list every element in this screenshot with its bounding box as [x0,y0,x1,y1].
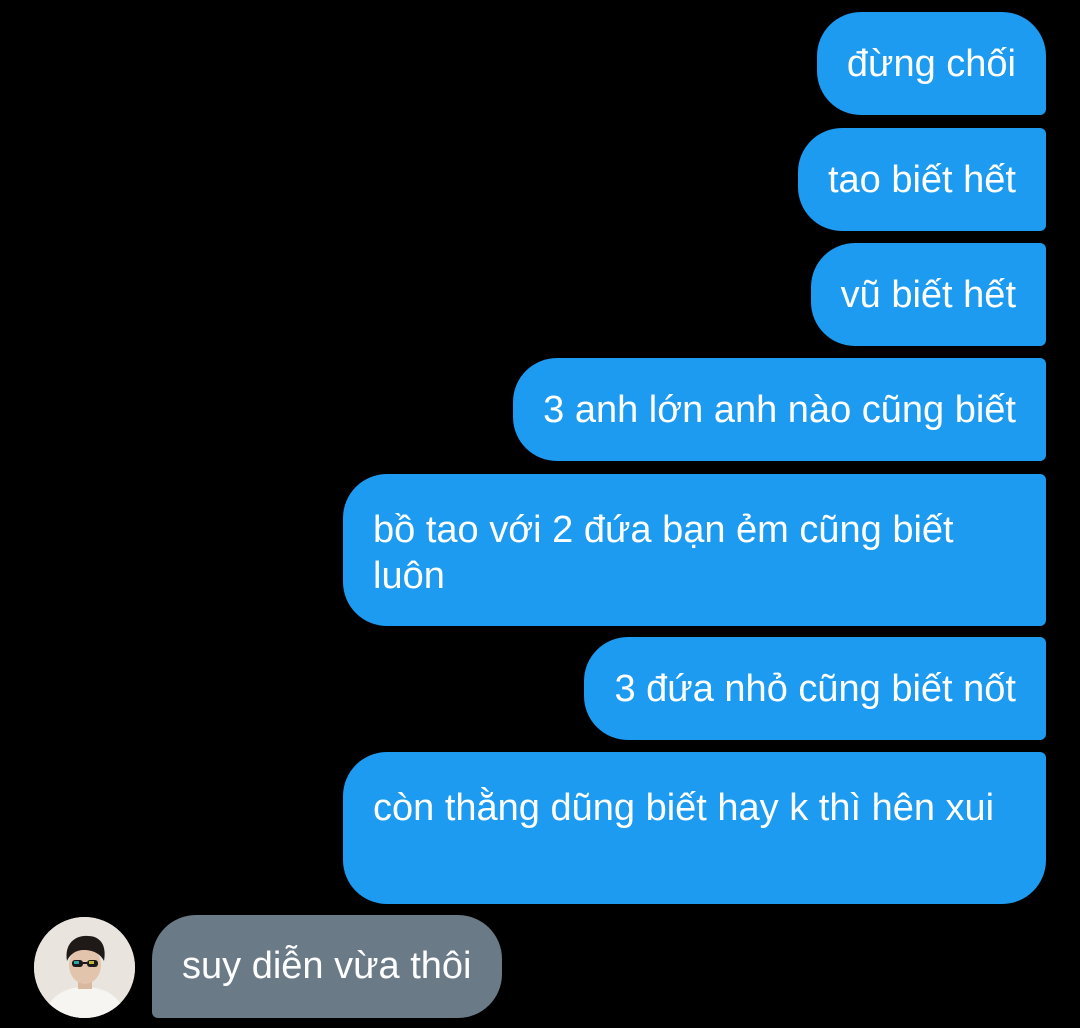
sent-message-bubble[interactable]: vũ biết hết [810,243,1046,346]
message-text: vũ biết hết [840,274,1016,316]
message-text: 3 đứa nhỏ cũng biết nốt [614,668,1016,710]
message-text: còn thằng dũng biết hay k thì hên xui [373,787,995,829]
received-message-bubble[interactable]: suy diễn vừa thôi [152,915,502,1018]
sent-message-bubble[interactable]: đừng chối [816,12,1046,115]
message-text: 3 anh lớn anh nào cũng biết [543,389,1016,431]
message-text: bồ tao với 2 đứa bạn ẻm cũng biết luôn [373,509,954,597]
message-text: suy diễn vừa thôi [182,945,472,987]
sent-message-bubble[interactable]: bồ tao với 2 đứa bạn ẻm cũng biết luôn [343,474,1046,626]
user-avatar-icon [34,917,135,1018]
message-text: đừng chối [846,43,1016,85]
message-text: tao biết hết [827,159,1016,201]
sent-message-bubble[interactable]: 3 anh lớn anh nào cũng biết [513,358,1046,461]
avatar[interactable] [34,917,135,1018]
sent-message-bubble[interactable]: còn thằng dũng biết hay k thì hên xui [343,752,1046,904]
sent-message-bubble[interactable]: tao biết hết [797,128,1046,231]
sent-message-bubble[interactable]: 3 đứa nhỏ cũng biết nốt [584,637,1046,740]
